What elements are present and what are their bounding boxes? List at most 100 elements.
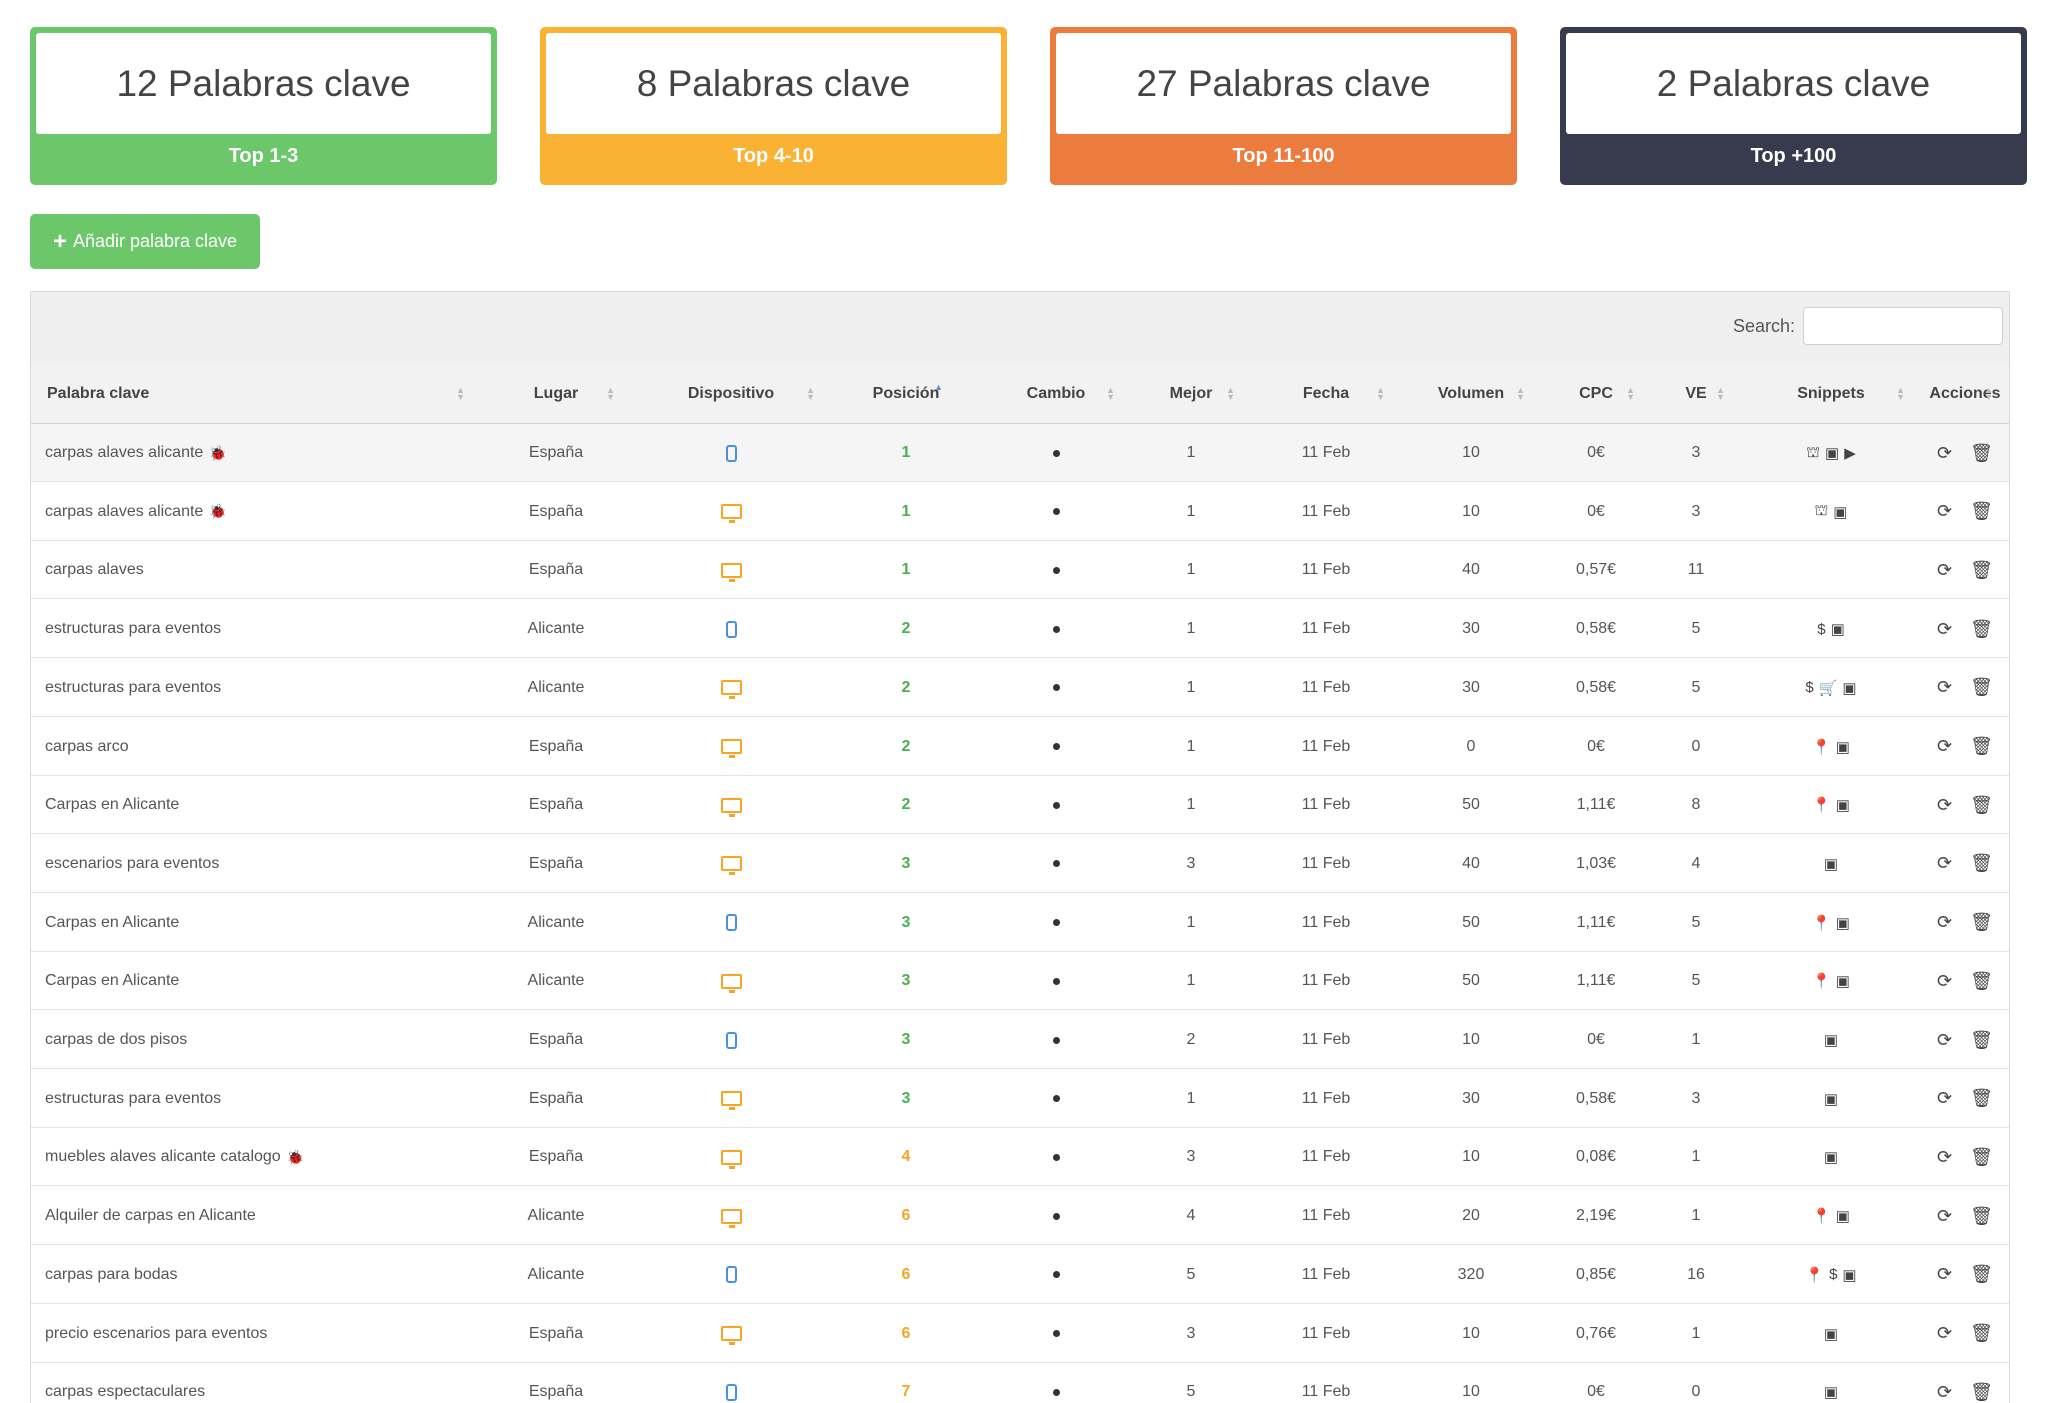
trash-icon[interactable]: 🗑 bbox=[1970, 1088, 1993, 1109]
column-header-dispositivo[interactable]: Dispositivo ▲ ▼ bbox=[631, 365, 831, 423]
trash-icon[interactable]: 🗑 bbox=[1970, 443, 1993, 464]
keyword-cell: precio escenarios para eventos bbox=[31, 1305, 481, 1363]
refresh-icon[interactable]: ⟳ bbox=[1937, 853, 1952, 874]
keyword-cell: carpas alaves bbox=[31, 541, 481, 599]
trash-icon[interactable]: 🗑 bbox=[1970, 677, 1993, 698]
refresh-icon[interactable]: ⟳ bbox=[1937, 619, 1952, 640]
change-cell bbox=[981, 1187, 1131, 1245]
position-cell: 1 bbox=[901, 502, 911, 520]
actions-cell: ⟳ 🗑 bbox=[1921, 424, 2009, 482]
refresh-icon[interactable]: ⟳ bbox=[1937, 736, 1952, 757]
trash-icon[interactable]: 🗑 bbox=[1970, 912, 1993, 933]
trash-icon[interactable]: 🗑 bbox=[1970, 501, 1993, 522]
column-header-snippets[interactable]: Snippets ▲ ▼ bbox=[1741, 365, 1921, 423]
refresh-icon[interactable]: ⟳ bbox=[1937, 1264, 1952, 1285]
device-cell bbox=[631, 1363, 831, 1403]
trash-icon[interactable]: 🗑 bbox=[1970, 853, 1993, 874]
refresh-icon[interactable]: ⟳ bbox=[1937, 501, 1952, 522]
location-cell: Alicante bbox=[527, 1265, 585, 1283]
desktop-icon bbox=[720, 1208, 742, 1228]
keyword-text: carpas alaves alicante bbox=[45, 444, 204, 461]
trash-icon[interactable]: 🗑 bbox=[1970, 560, 1993, 581]
refresh-icon[interactable]: ⟳ bbox=[1937, 912, 1952, 933]
keyword-cell: carpas espectaculares bbox=[31, 1363, 481, 1403]
refresh-icon[interactable]: ⟳ bbox=[1937, 1382, 1952, 1403]
desktop-icon bbox=[720, 562, 742, 582]
keyword-cell: muebles alaves alicante catalogo 🐞 bbox=[31, 1128, 481, 1186]
column-header-fecha[interactable]: Fecha ▲ ▼ bbox=[1251, 365, 1401, 423]
trash-icon[interactable]: 🗑 bbox=[1970, 1030, 1993, 1051]
map-pin-icon: 📍 bbox=[1812, 1208, 1831, 1226]
best-position-cell: 1 bbox=[1186, 972, 1196, 990]
sort-asc-icon: ▲ bbox=[934, 382, 943, 392]
refresh-icon[interactable]: ⟳ bbox=[1937, 971, 1952, 992]
column-header-ve[interactable]: VE ▲ ▼ bbox=[1651, 365, 1741, 423]
keyword-cell: carpas arco bbox=[31, 718, 481, 776]
refresh-icon[interactable]: ⟳ bbox=[1937, 1030, 1952, 1051]
add-keyword-button[interactable]: + Añadir palabra clave bbox=[30, 214, 260, 269]
trash-icon[interactable]: 🗑 bbox=[1970, 619, 1993, 640]
trash-icon[interactable]: 🗑 bbox=[1970, 1264, 1993, 1285]
refresh-icon[interactable]: ⟳ bbox=[1937, 443, 1952, 464]
map-pin-icon: 📍 bbox=[1812, 738, 1831, 756]
change-cell bbox=[981, 659, 1131, 717]
refresh-icon[interactable]: ⟳ bbox=[1937, 560, 1952, 581]
search-input[interactable] bbox=[1803, 307, 2003, 345]
best-position-cell: 5 bbox=[1186, 1383, 1196, 1401]
keyword-text: carpas para bodas bbox=[45, 1265, 178, 1283]
trash-icon[interactable]: 🗑 bbox=[1970, 1147, 1993, 1168]
best-position-cell: 1 bbox=[1186, 737, 1196, 755]
refresh-icon[interactable]: ⟳ bbox=[1937, 1088, 1952, 1109]
refresh-icon[interactable]: ⟳ bbox=[1937, 1323, 1952, 1344]
best-position-cell: 5 bbox=[1186, 1265, 1196, 1283]
ve-cell: 5 bbox=[1691, 678, 1701, 696]
table-row: carpas de dos pisos España 3 2 11 Feb 10 0€ 1 ▣ ⟳… bbox=[31, 1011, 2009, 1069]
best-position-cell: 3 bbox=[1186, 1148, 1196, 1166]
trash-icon[interactable]: 🗑 bbox=[1970, 736, 1993, 757]
change-cell bbox=[981, 1128, 1131, 1186]
column-header-cambio[interactable]: Cambio ▲ ▼ bbox=[981, 365, 1131, 423]
change-cell bbox=[981, 600, 1131, 658]
image-icon: ▣ bbox=[1835, 914, 1850, 932]
location-cell: Alicante bbox=[527, 678, 585, 696]
column-header-lugar[interactable]: Lugar ▲ ▼ bbox=[481, 365, 631, 423]
position-cell: 2 bbox=[901, 796, 911, 814]
column-header-cpc[interactable]: CPC ▲ ▼ bbox=[1541, 365, 1651, 423]
column-header-volumen[interactable]: Volumen ▲ ▼ bbox=[1401, 365, 1541, 423]
sort-icon: ▲ ▼ bbox=[1106, 385, 1115, 402]
table-row: carpas para bodas Alicante 6 5 11 Feb 320 0,85… bbox=[31, 1246, 2009, 1304]
date-cell: 11 Feb bbox=[1301, 972, 1351, 990]
volume-cell: 10 bbox=[1462, 1324, 1480, 1342]
image-icon: ▣ bbox=[1823, 1384, 1839, 1402]
trash-icon[interactable]: 🗑 bbox=[1970, 1206, 1993, 1227]
mobile-icon bbox=[725, 620, 737, 638]
date-cell: 11 Feb bbox=[1301, 502, 1351, 520]
image-icon: ▣ bbox=[1823, 1325, 1839, 1343]
no-change-dot-icon bbox=[1052, 684, 1060, 692]
refresh-icon[interactable]: ⟳ bbox=[1937, 1147, 1952, 1168]
no-change-dot-icon bbox=[1052, 1271, 1060, 1279]
refresh-icon[interactable]: ⟳ bbox=[1937, 795, 1952, 816]
snippets-cell: $ 🛒 ▣ bbox=[1741, 659, 1921, 717]
volume-cell: 50 bbox=[1462, 972, 1480, 990]
no-change-dot-icon bbox=[1052, 1095, 1060, 1103]
refresh-icon[interactable]: ⟳ bbox=[1937, 677, 1952, 698]
column-header-palabra-clave[interactable]: Palabra clave ▲ ▼ bbox=[31, 365, 481, 423]
best-position-cell: 1 bbox=[1186, 1089, 1196, 1107]
desktop-icon bbox=[720, 973, 742, 993]
trash-icon[interactable]: 🗑 bbox=[1970, 1382, 1993, 1403]
trash-icon[interactable]: 🗑 bbox=[1970, 795, 1993, 816]
location-cell: España bbox=[528, 444, 584, 461]
column-header-posicion[interactable]: Posición ▲ bbox=[831, 365, 981, 423]
ve-cell: 3 bbox=[1691, 502, 1701, 520]
column-header-mejor[interactable]: Mejor ▲ ▼ bbox=[1131, 365, 1251, 423]
keyword-text: Carpas en Alicante bbox=[45, 796, 180, 814]
volume-cell: 320 bbox=[1457, 1265, 1485, 1283]
trash-icon[interactable]: 🗑 bbox=[1970, 1323, 1993, 1344]
refresh-icon[interactable]: ⟳ bbox=[1937, 1206, 1952, 1227]
dollar-icon: $ bbox=[1805, 679, 1814, 697]
best-position-cell: 1 bbox=[1186, 502, 1196, 520]
cpc-cell: 0,85€ bbox=[1575, 1265, 1617, 1283]
column-header-acciones[interactable]: Acciones ▲ ▼ bbox=[1921, 365, 2009, 423]
trash-icon[interactable]: 🗑 bbox=[1970, 971, 1993, 992]
